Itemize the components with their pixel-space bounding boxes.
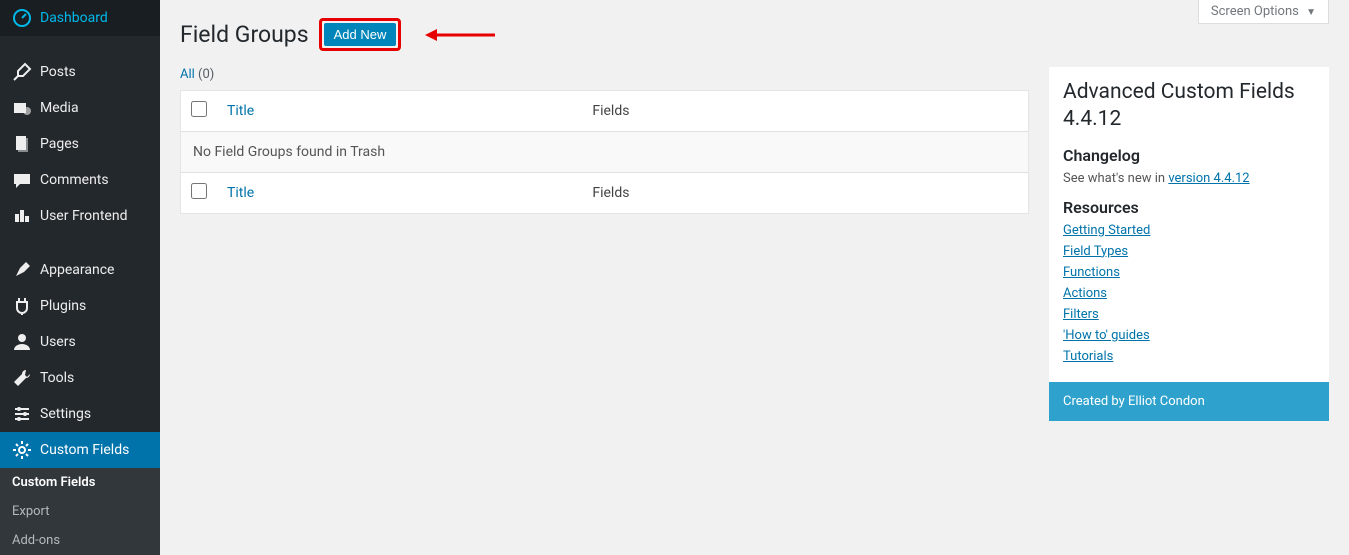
sidebar-label: Media (40, 100, 79, 116)
sidebar-label: Comments (40, 172, 109, 188)
pages-icon (12, 134, 32, 154)
resource-link-getting-started[interactable]: Getting Started (1063, 223, 1150, 238)
settings-icon (12, 404, 32, 424)
sidebar-label: Custom Fields (40, 442, 129, 458)
sidebar-label: Pages (40, 136, 79, 152)
select-all-checkbox-bottom[interactable] (191, 183, 207, 199)
panel-title: Advanced Custom Fields 4.4.12 (1063, 79, 1315, 134)
users-icon (12, 332, 32, 352)
col-fields-header: Fields (582, 91, 1028, 132)
screen-options-toggle[interactable]: Screen Options ▼ (1198, 0, 1329, 24)
tools-icon (12, 368, 32, 388)
sidebar-label: Appearance (40, 262, 114, 278)
sidebar-label: Plugins (40, 298, 86, 314)
changelog-version-link[interactable]: version 4.4.12 (1168, 171, 1249, 186)
filter-links: All (0) (180, 67, 1029, 82)
sidebar-item-settings[interactable]: Settings (0, 396, 160, 432)
submenu-add-ons[interactable]: Add-ons (0, 526, 160, 555)
sidebar-item-dashboard[interactable]: Dashboard (0, 0, 160, 36)
sidebar-item-custom-fields[interactable]: Custom Fields (0, 432, 160, 468)
sidebar-submenu: Custom Fields Export Add-ons (0, 468, 160, 555)
media-icon (12, 98, 32, 118)
dashboard-icon (12, 8, 32, 28)
resource-link-actions[interactable]: Actions (1063, 286, 1107, 301)
changelog-prefix: See what's new in (1063, 171, 1168, 186)
screen-options-label: Screen Options (1211, 4, 1299, 19)
col-fields-footer: Fields (582, 173, 1028, 214)
submenu-export[interactable]: Export (0, 497, 160, 526)
add-new-button[interactable]: Add New (324, 23, 397, 46)
sidebar-label: Tools (40, 370, 74, 386)
changelog-text: See what's new in version 4.4.12 (1063, 171, 1315, 186)
sidebar-item-tools[interactable]: Tools (0, 360, 160, 396)
sidebar-label: Settings (40, 406, 91, 422)
pin-icon (12, 62, 32, 82)
select-all-checkbox-top[interactable] (191, 101, 207, 117)
frontend-icon (12, 206, 32, 226)
sidebar-item-appearance[interactable]: Appearance (0, 252, 160, 288)
col-title-sort[interactable]: Title (227, 103, 254, 119)
chevron-down-icon: ▼ (1306, 7, 1316, 18)
resource-link-filters[interactable]: Filters (1063, 307, 1099, 322)
appearance-icon (12, 260, 32, 280)
sidebar-label: Dashboard (40, 10, 108, 26)
sidebar-label: User Frontend (40, 208, 127, 224)
sidebar-item-media[interactable]: Media (0, 90, 160, 126)
panel-credit: Created by Elliot Condon (1049, 382, 1329, 421)
admin-sidebar: Dashboard Posts Media Pages Comments Use… (0, 0, 160, 555)
comments-icon (12, 170, 32, 190)
empty-message: No Field Groups found in Trash (181, 132, 1029, 173)
submenu-custom-fields[interactable]: Custom Fields (0, 468, 160, 497)
sidebar-item-users[interactable]: Users (0, 324, 160, 360)
sidebar-label: Users (40, 334, 76, 350)
gear-icon (12, 440, 32, 460)
annotation-arrow (425, 25, 495, 45)
col-title-sort-bottom[interactable]: Title (227, 185, 254, 201)
sidebar-item-user-frontend[interactable]: User Frontend (0, 198, 160, 234)
resource-link-tutorials[interactable]: Tutorials (1063, 349, 1113, 364)
annotation-highlight: Add New (319, 18, 402, 51)
resource-link-howto[interactable]: 'How to' guides (1063, 328, 1150, 343)
changelog-heading: Changelog (1063, 146, 1315, 165)
sidebar-item-posts[interactable]: Posts (0, 54, 160, 90)
plugins-icon (12, 296, 32, 316)
sidebar-item-comments[interactable]: Comments (0, 162, 160, 198)
table-empty-row: No Field Groups found in Trash (181, 132, 1029, 173)
filter-all-link[interactable]: All (180, 67, 195, 82)
sidebar-item-pages[interactable]: Pages (0, 126, 160, 162)
field-groups-table: Title Fields No Field Groups found in Tr… (180, 90, 1029, 214)
resource-link-functions[interactable]: Functions (1063, 265, 1120, 280)
info-panel: Advanced Custom Fields 4.4.12 Changelog … (1049, 67, 1329, 421)
main-content: Screen Options ▼ Field Groups Add New Al… (160, 0, 1349, 555)
resources-heading: Resources (1063, 198, 1315, 217)
sidebar-item-plugins[interactable]: Plugins (0, 288, 160, 324)
filter-all-count: (0) (198, 67, 214, 82)
resources-list: Getting Started Field Types Functions Ac… (1063, 223, 1315, 364)
page-title: Field Groups (180, 21, 309, 48)
resource-link-field-types[interactable]: Field Types (1063, 244, 1128, 259)
sidebar-label: Posts (40, 64, 76, 80)
